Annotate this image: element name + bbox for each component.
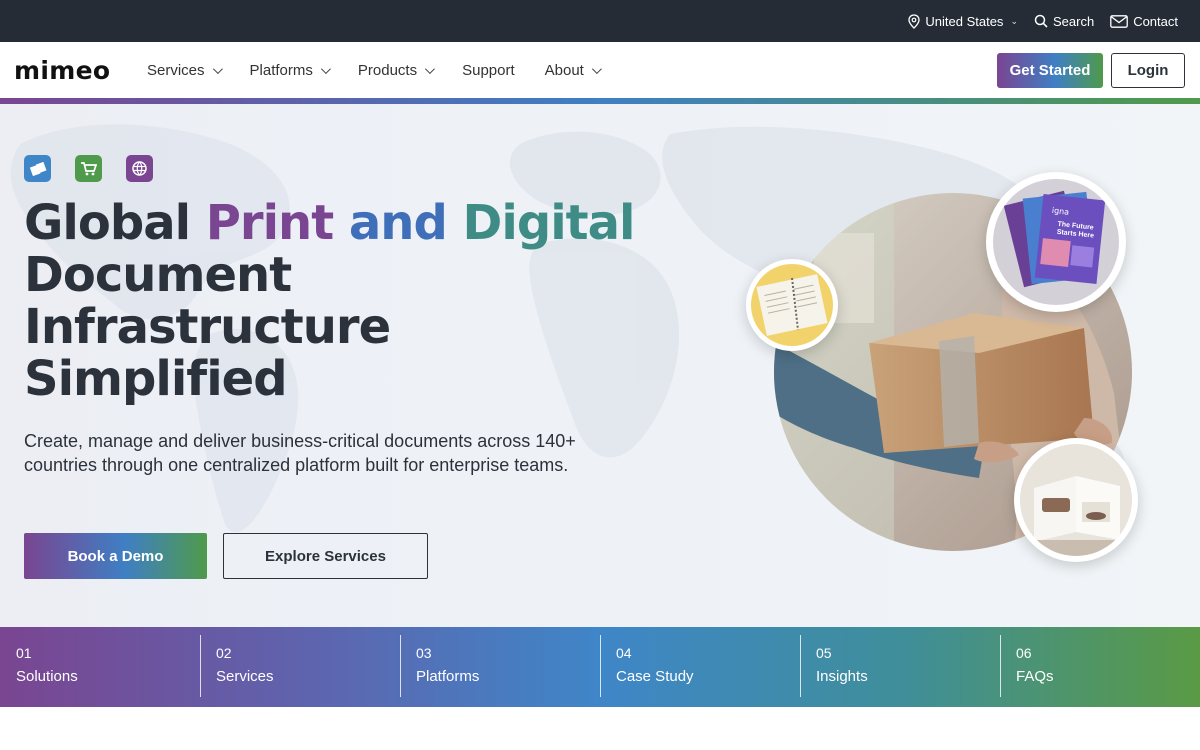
brochure-brand-text: igna <box>1051 206 1069 217</box>
headline-line-infrastructure: Infrastructure <box>24 299 391 355</box>
section-tab-services[interactable]: 02 Services <box>200 627 400 707</box>
section-tab-label: Services <box>216 668 274 685</box>
cart-icon <box>75 155 102 182</box>
search-link[interactable]: Search <box>1034 14 1094 29</box>
section-tab-number: 04 <box>616 645 632 661</box>
region-selector[interactable]: United States ⌄ <box>908 14 1018 29</box>
nav-item-products[interactable]: Products <box>357 61 435 79</box>
nav-item-about[interactable]: About <box>544 61 602 79</box>
contact-label: Contact <box>1133 13 1178 29</box>
section-tab-platforms[interactable]: 03 Platforms <box>400 627 600 707</box>
nav-item-platforms[interactable]: Platforms <box>249 61 331 79</box>
chevron-down-icon <box>320 63 331 74</box>
headline-line-document: Document <box>24 247 292 303</box>
chevron-down-icon: ⌄ <box>1010 15 1018 26</box>
section-tab-number: 06 <box>1016 645 1032 661</box>
headline-word-and: and <box>348 195 448 251</box>
utility-bar: United States ⌄ Search Contact <box>0 0 1200 42</box>
hero-subheadline: Create, manage and deliver business-crit… <box>24 431 576 475</box>
section-tab-label: Insights <box>816 668 868 685</box>
section-tab-label: Platforms <box>416 668 480 685</box>
headline-word-print: Print <box>205 195 334 251</box>
section-tab-number: 02 <box>216 645 232 661</box>
envelope-icon <box>1110 14 1129 28</box>
nav-item-label: Support <box>462 61 515 79</box>
section-tab-solutions[interactable]: 01 Solutions <box>0 627 200 707</box>
globe-icon <box>126 155 153 182</box>
nav-item-label: Platforms <box>249 61 313 79</box>
section-tab-faqs[interactable]: 06 FAQs <box>1000 627 1200 707</box>
section-tab-label: FAQs <box>1016 668 1054 685</box>
headline-line-simplified: Simplified <box>24 351 288 407</box>
headline-word-digital: Digital <box>462 195 636 251</box>
thumb-catalog <box>1014 438 1138 562</box>
get-started-button[interactable]: Get Started <box>997 53 1103 88</box>
headline-word: Global <box>24 195 206 251</box>
book-demo-button[interactable]: Book a Demo <box>24 533 207 579</box>
contact-link[interactable]: Contact <box>1110 14 1178 29</box>
hero-section: Global Print and Digital Document Infras… <box>0 104 1200 627</box>
section-tab-insights[interactable]: 05 Insights <box>800 627 1000 707</box>
mimeo-logo[interactable]: mimeo <box>14 56 110 85</box>
thumb-brochure: igna The Future Starts Here <box>986 172 1126 312</box>
nav-item-label: Products <box>357 61 418 79</box>
chevron-down-icon <box>425 63 435 74</box>
nav-item-services[interactable]: Services <box>147 61 223 79</box>
chevron-down-icon <box>591 63 602 74</box>
nav-item-label: About <box>544 61 584 79</box>
category-icons <box>24 155 153 182</box>
location-pin-icon <box>908 13 921 29</box>
section-tab-number: 03 <box>416 645 432 661</box>
section-tabs: 01 Solutions 02 Services 03 Platforms 04… <box>0 627 1200 707</box>
login-button[interactable]: Login <box>1111 53 1185 88</box>
nav-links: Services Platforms Products Support Abou… <box>147 42 629 98</box>
nav-item-label: Services <box>147 61 205 79</box>
thumb-notebook <box>746 259 838 351</box>
nav-item-support[interactable]: Support <box>462 62 515 79</box>
chevron-down-icon <box>212 63 223 74</box>
search-label: Search <box>1052 13 1095 29</box>
hero-headline: Global Print and Digital Document Infras… <box>24 197 664 405</box>
search-icon <box>1034 14 1048 28</box>
explore-services-button[interactable]: Explore Services <box>223 533 428 579</box>
section-tab-number: 05 <box>816 645 832 661</box>
documents-icon <box>24 155 51 182</box>
section-tab-label: Solutions <box>16 668 78 685</box>
main-navigation: mimeo Services Platforms Products Suppor… <box>0 42 1200 98</box>
section-tab-label: Case Study <box>616 668 694 685</box>
section-tab-number: 01 <box>16 645 32 661</box>
section-tab-case-study[interactable]: 04 Case Study <box>600 627 800 707</box>
region-label: United States <box>925 13 1004 29</box>
